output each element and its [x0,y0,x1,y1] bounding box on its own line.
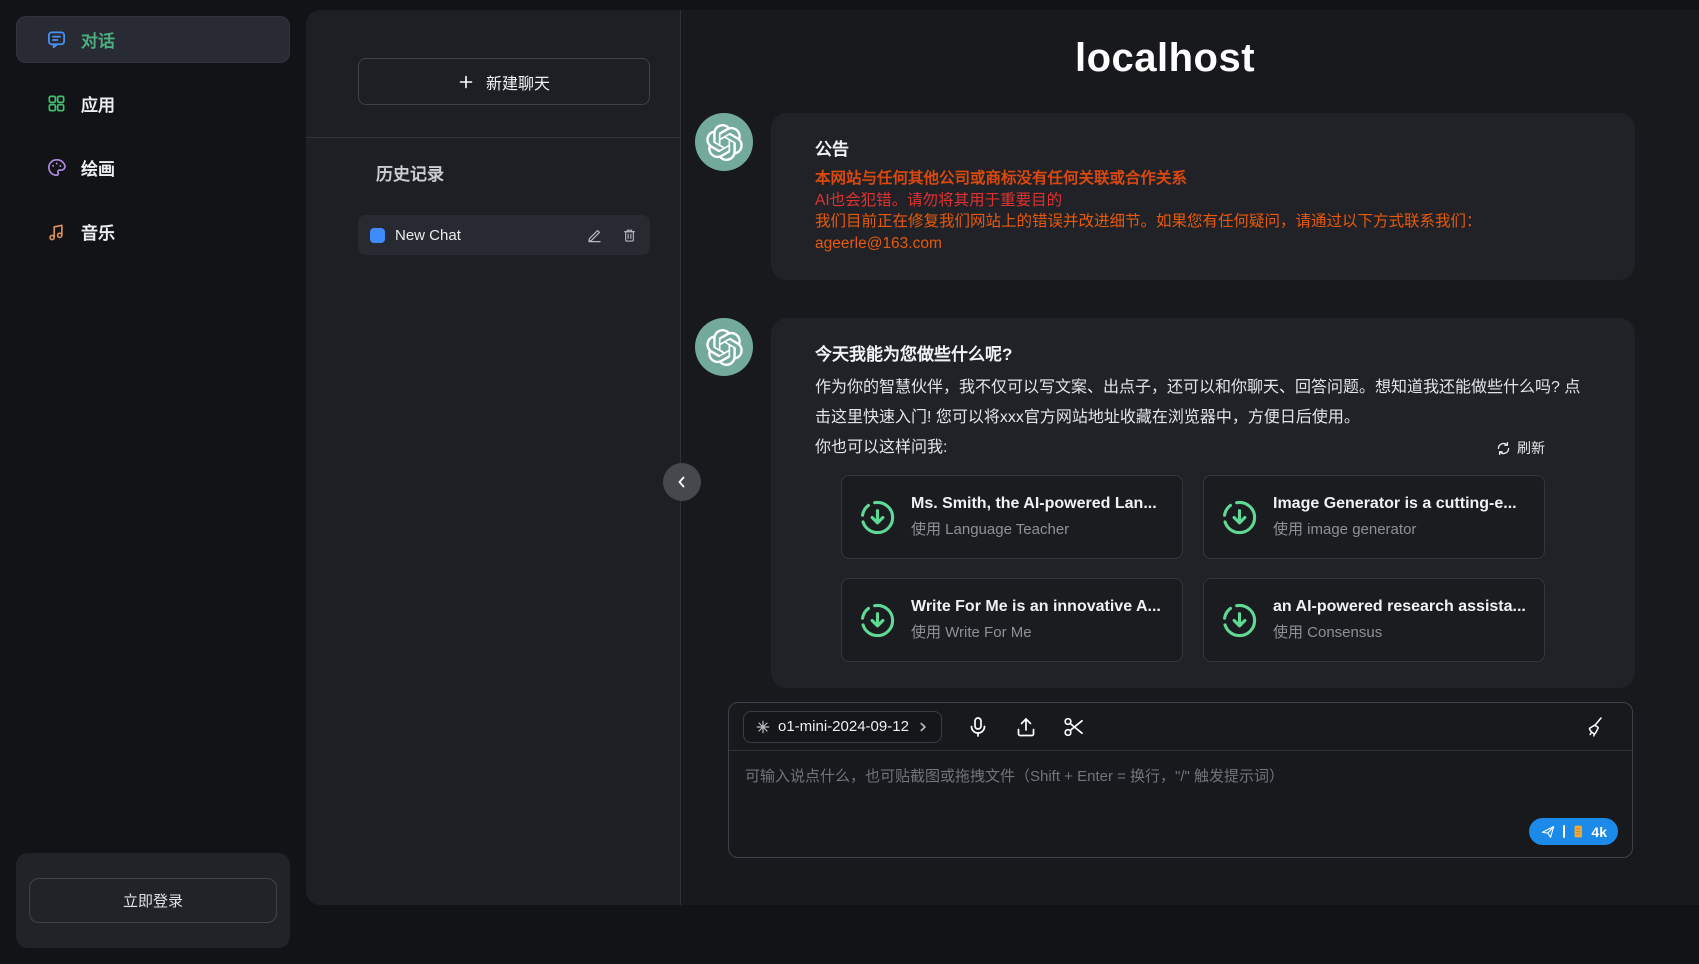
chat-bubble-icon [46,29,67,50]
download-circle-icon [1220,498,1259,537]
composer-body: 4k [729,751,1632,857]
sidebar-item-chat[interactable]: 对话 [16,16,290,63]
history-section: 历史记录 New Chat [306,138,680,255]
suggestion-subtitle: 使用 image generator [1273,518,1517,539]
download-circle-icon [858,498,897,537]
suggestion-card[interactable]: Ms. Smith, the AI-powered Lan... 使用 Lang… [841,475,1183,559]
message-input[interactable] [729,751,1632,857]
chat-list-panel: 新建聊天 历史记录 New Chat [306,10,681,905]
new-chat-label: 新建聊天 [486,70,550,94]
message-bubble: 今天我能为您做些什么呢? 作为你的智慧伙伴，我不仅可以写文案、出点子，还可以和你… [771,318,1635,688]
composer: o1-mini-2024-09-12 [728,702,1633,858]
model-name: o1-mini-2024-09-12 [778,718,909,735]
sidebar-item-label: 绘画 [81,155,115,180]
panel-collapse-handle[interactable] [663,463,701,501]
sidebar-item-apps[interactable]: 应用 [16,80,290,127]
sidebar-item-label: 音乐 [81,219,115,244]
announcement-line: 本网站与任何其他公司或商标没有任何关联或合作关系 [815,168,1591,190]
token-badge: 4k [1591,824,1607,840]
welcome-body: 作为你的智慧伙伴，我不仅可以写文案、出点子，还可以和你聊天、回答问题。想知道我还… [815,373,1591,433]
suggestion-title: an AI-powered research assista... [1273,598,1526,616]
suggestion-subtitle: 使用 Write For Me [911,621,1161,642]
assistant-avatar [695,113,753,171]
sidebar-item-label: 应用 [81,91,115,116]
login-button[interactable]: 立即登录 [29,878,277,923]
suggestion-title: Write For Me is an innovative A... [911,598,1161,616]
music-note-icon [46,221,67,242]
sidebar-item-label: 对话 [81,27,115,52]
history-title: 历史记录 [376,160,650,185]
page-title: localhost [695,36,1635,81]
upload-icon[interactable] [1014,715,1038,739]
openai-logo-icon [706,329,743,366]
message-announcement: 公告 本网站与任何其他公司或商标没有任何关联或合作关系 AI也会犯错。请勿将其用… [695,113,1635,280]
announcement-line: AI也会犯错。请勿将其用于重要目的 [815,190,1591,212]
apps-grid-icon [46,93,67,114]
chat-color-swatch [370,228,385,243]
announcement-line: 我们目前正在修复我们网站上的错误并改进细节。如果您有任何疑问，请通过以下方式联系… [815,211,1591,233]
sidebar-item-music[interactable]: 音乐 [16,208,290,255]
history-list-item[interactable]: New Chat [358,215,650,255]
suggestion-title: Ms. Smith, the AI-powered Lan... [911,495,1157,513]
chevron-left-icon [674,474,690,490]
welcome-title: 今天我能为您做些什么呢? [815,340,1591,365]
suggestion-card[interactable]: Image Generator is a cutting-e... 使用 ima… [1203,475,1545,559]
chat-main: localhost 公告 本网站与任何其他公司或商标没有任何关联或合作关系 AI… [681,10,1699,905]
refresh-icon [1496,441,1511,456]
palette-icon [46,157,67,178]
openai-logo-icon [706,124,743,161]
model-selector[interactable]: o1-mini-2024-09-12 [743,711,942,743]
suggestion-title: Image Generator is a cutting-e... [1273,495,1517,513]
send-button[interactable]: 4k [1529,818,1618,845]
trash-icon[interactable] [621,227,638,244]
plus-icon [458,74,474,90]
app: 对话 应用 绘画 [0,0,1699,964]
sparkle-icon [756,720,770,734]
chat-title: New Chat [395,227,576,244]
edit-icon[interactable] [586,227,603,244]
download-circle-icon [1220,601,1259,640]
paper-plane-icon [1540,824,1556,840]
suggestion-card[interactable]: Write For Me is an innovative A... 使用 Wr… [841,578,1183,662]
refresh-suggestions-button[interactable]: 刷新 [1496,438,1545,458]
chat-list-header: 新建聊天 [306,10,680,138]
assistant-avatar [695,318,753,376]
suggestion-card[interactable]: an AI-powered research assista... 使用 Con… [1203,578,1545,662]
microphone-icon[interactable] [966,715,990,739]
chevron-right-icon [917,721,929,733]
suggestion-grid: Ms. Smith, the AI-powered Lan... 使用 Lang… [841,475,1591,662]
new-chat-button[interactable]: 新建聊天 [358,58,650,105]
refresh-label: 刷新 [1517,438,1545,458]
suggestion-subtitle: 使用 Language Teacher [911,518,1157,539]
scissors-icon[interactable] [1062,715,1086,739]
sidebar-item-draw[interactable]: 绘画 [16,144,290,191]
contact-email-link[interactable]: ageerle@163.com [815,233,942,255]
announcement-title: 公告 [815,135,1591,160]
download-circle-icon [858,601,897,640]
message-bubble: 公告 本网站与任何其他公司或商标没有任何关联或合作关系 AI也会犯错。请勿将其用… [771,113,1635,280]
main-container: 新建聊天 历史记录 New Chat [306,10,1699,905]
message-welcome: 今天我能为您做些什么呢? 作为你的智慧伙伴，我不仅可以写文案、出点子，还可以和你… [695,318,1635,688]
broom-icon[interactable] [1582,715,1606,739]
login-card: 立即登录 [16,853,290,948]
suggestion-subtitle: 使用 Consensus [1273,621,1526,642]
ask-hint-row: 你也可以这样问我: 刷新 [815,433,1591,463]
ask-hint: 你也可以这样问我: [815,433,947,463]
coin-icon [1572,824,1584,839]
sidebar: 对话 应用 绘画 [0,0,306,964]
composer-toolbar: o1-mini-2024-09-12 [729,703,1632,751]
divider [1563,825,1565,838]
